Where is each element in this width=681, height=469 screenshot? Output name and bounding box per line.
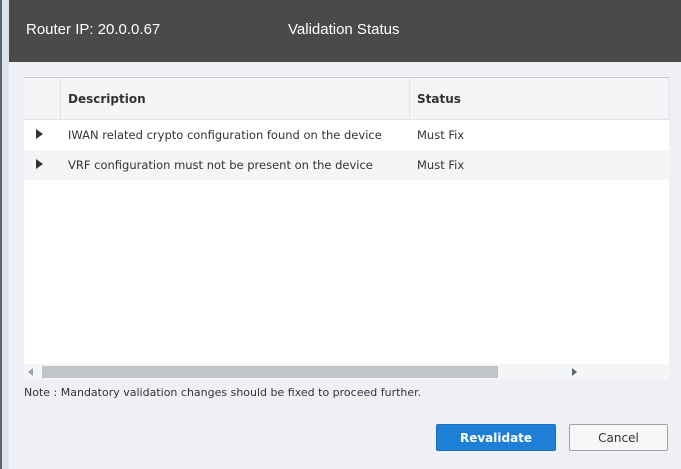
expand-arrow-icon[interactable]	[36, 159, 43, 169]
expand-arrow-icon[interactable]	[36, 129, 43, 139]
revalidate-button[interactable]: Revalidate	[436, 424, 556, 451]
validation-note: Note : Mandatory validation changes shou…	[24, 386, 422, 399]
dialog-title: Validation Status	[288, 21, 400, 38]
table-row[interactable]: IWAN related crypto configuration found …	[24, 120, 669, 150]
column-divider[interactable]	[409, 78, 410, 119]
validation-status-dialog: Router IP: 20.0.0.67 Validation Status D…	[9, 0, 681, 469]
horizontal-scrollbar[interactable]	[24, 364, 669, 380]
row-status: Must Fix	[417, 128, 465, 142]
table-header: Description Status	[24, 78, 669, 120]
dialog-header: Router IP: 20.0.0.67 Validation Status	[9, 0, 681, 62]
background-window-edge	[0, 0, 9, 469]
row-description: VRF configuration must not be present on…	[68, 158, 373, 172]
scroll-right-icon[interactable]	[572, 368, 577, 376]
row-status: Must Fix	[417, 158, 465, 172]
router-ip-label: Router IP: 20.0.0.67	[26, 21, 161, 38]
row-description: IWAN related crypto configuration found …	[68, 128, 382, 142]
table-row[interactable]: VRF configuration must not be present on…	[24, 150, 669, 180]
expand-column-header	[24, 78, 61, 119]
scrollbar-thumb[interactable]	[42, 366, 498, 378]
column-divider[interactable]	[668, 78, 669, 119]
cancel-button[interactable]: Cancel	[569, 424, 668, 451]
column-header-description[interactable]: Description	[68, 92, 146, 106]
validation-table: Description Status IWAN related crypto c…	[24, 77, 669, 380]
scroll-left-icon[interactable]	[28, 368, 33, 376]
column-header-status[interactable]: Status	[417, 92, 461, 106]
